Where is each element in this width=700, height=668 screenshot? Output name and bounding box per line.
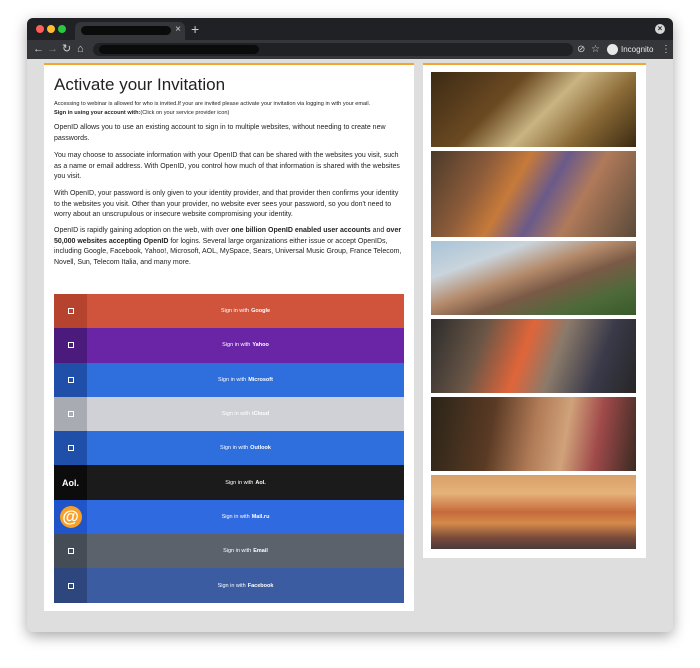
intro-bold: Sign in using your account with:	[54, 109, 141, 116]
provider-icon-cell: @	[54, 499, 87, 535]
window-close-icon[interactable]: ×	[655, 24, 665, 34]
google-square-icon	[67, 308, 74, 315]
openid-paragraph-2: You may choose to associate information …	[54, 152, 400, 180]
address-bar[interactable]	[93, 43, 573, 56]
tab-bar: × + ×	[27, 18, 673, 40]
sign-in-email-button[interactable]: Sign in with Email	[54, 534, 404, 569]
email-square-icon	[67, 548, 74, 555]
para4-text-a: OpenID is rapidly gaining adoption on th…	[54, 227, 232, 234]
back-icon[interactable]: ←	[33, 43, 44, 56]
photo-group-students	[431, 151, 636, 237]
sign-in-label: Sign in with iCloud	[87, 397, 404, 431]
sign-in-microsoft-button[interactable]: Sign in with Microsoft	[54, 362, 404, 397]
sign-in-outlook-button[interactable]: Sign in with Outlook	[54, 431, 404, 466]
sign-in-prefix: Sign in with	[218, 376, 247, 383]
aol-logo-icon: Aol.	[62, 477, 79, 488]
sign-in-label: Sign in with Mail.ru	[87, 500, 404, 534]
provider-icon-cell	[54, 568, 87, 603]
sign-in-prefix: Sign in with	[222, 342, 251, 349]
provider-icon-cell	[54, 396, 87, 432]
facebook-square-icon	[67, 582, 74, 589]
sign-in-facebook-button[interactable]: Sign in with Facebook	[54, 568, 404, 603]
sign-in-google-button[interactable]: Sign in with Google	[54, 294, 404, 329]
browser-tab[interactable]: ×	[75, 22, 185, 40]
provider-name: Mail.ru	[251, 513, 270, 520]
provider-icon-cell	[54, 294, 87, 329]
sign-in-label: Sign in with Facebook	[87, 568, 404, 602]
sign-in-label: Sign in with Aol.	[87, 465, 404, 499]
openid-paragraph-1: OpenID allows you to use an existing acc…	[54, 124, 386, 142]
sign-in-prefix: Sign in with	[220, 445, 249, 452]
provider-name: Aol.	[255, 479, 266, 486]
icloud-square-icon	[67, 411, 74, 418]
outlook-square-icon	[67, 445, 74, 452]
tab-title-redacted	[81, 26, 171, 35]
url-redacted	[99, 45, 259, 54]
provider-icon-cell: Aol.	[54, 465, 87, 500]
incognito-avatar-icon	[607, 44, 618, 55]
sign-in-prefix: Sign in with	[220, 308, 250, 315]
intro-tail: (Click on your service provider icon)	[140, 109, 230, 116]
provider-icon-cell	[54, 431, 87, 466]
para4-bold-accounts: one billion OpenID enabled user accounts	[231, 227, 371, 234]
page-title: Activate your Invitation	[54, 75, 226, 94]
provider-name: Facebook	[247, 582, 274, 589]
window-minimize-dot[interactable]	[47, 25, 55, 33]
browser-window: × + × ← → ↻ ⌂ ⊘ ☆ Incognito ⋮ Activate y…	[27, 18, 673, 632]
sign-in-label: Sign in with Microsoft	[87, 363, 404, 397]
browser-menu-icon[interactable]: ⋮	[661, 43, 671, 56]
mailru-at-icon: @	[59, 505, 82, 528]
photo-panel	[423, 63, 646, 558]
provider-name: iCloud	[252, 411, 270, 418]
photo-sunset-boat	[431, 475, 636, 549]
sign-in-icloud-button[interactable]: Sign in with iCloud	[54, 396, 404, 432]
forward-icon[interactable]: →	[47, 43, 58, 56]
tracking-protection-icon[interactable]: ⊘	[577, 43, 585, 56]
intro-text: Accessing to webinar is allowed for who …	[54, 100, 399, 117]
photo-student-reading	[431, 72, 636, 147]
provider-icon-cell	[54, 328, 87, 363]
microsoft-square-icon	[67, 376, 74, 383]
sign-in-prefix: Sign in with	[223, 548, 252, 555]
incognito-label: Incognito	[621, 45, 654, 54]
para4-text-c: and	[370, 227, 387, 234]
provider-name: Google	[251, 308, 271, 315]
provider-name: Microsoft	[248, 376, 273, 383]
incognito-indicator[interactable]: Incognito	[607, 43, 653, 56]
yahoo-square-icon	[67, 342, 74, 349]
tab-close-icon[interactable]: ×	[175, 24, 181, 36]
sign-in-label: Sign in with Outlook	[87, 431, 404, 465]
reload-icon[interactable]: ↻	[62, 43, 71, 56]
sign-in-prefix: Sign in with	[217, 582, 246, 589]
sign-in-label: Sign in with Email	[87, 534, 404, 568]
provider-name: Outlook	[250, 445, 271, 452]
provider-icon-cell	[54, 362, 87, 397]
sign-in-prefix: Sign in with	[221, 411, 251, 418]
sign-in-prefix: Sign in with	[221, 513, 250, 520]
bookmark-star-icon[interactable]: ☆	[591, 43, 600, 56]
provider-name: Email	[253, 548, 268, 555]
invitation-panel: Activate your Invitation Accessing to we…	[44, 63, 414, 611]
window-close-dot[interactable]	[36, 25, 44, 33]
sign-in-prefix: Sign in with	[225, 479, 254, 486]
sign-in-aol-button[interactable]: Aol. Sign in with Aol.	[54, 465, 404, 500]
new-tab-icon[interactable]: +	[191, 21, 199, 37]
provider-list: Sign in with Google Sign in with Yahoo Sign …	[54, 294, 404, 603]
openid-paragraph-3: With OpenID, your password is only given…	[54, 190, 399, 218]
sign-in-label: Sign in with Google	[87, 294, 404, 328]
photo-two-students	[431, 397, 636, 471]
photo-campus-aerial	[431, 241, 636, 315]
window-zoom-dot[interactable]	[58, 25, 66, 33]
openid-paragraph-4: OpenID is rapidly gaining adoption on th…	[54, 226, 404, 268]
sign-in-mailru-button[interactable]: @ Sign in with Mail.ru	[54, 499, 404, 535]
intro-line: Accessing to webinar is allowed for who …	[54, 101, 371, 107]
sign-in-yahoo-button[interactable]: Sign in with Yahoo	[54, 328, 404, 363]
page-viewport: Activate your Invitation Accessing to we…	[27, 59, 673, 632]
provider-name: Yahoo	[252, 342, 269, 349]
sign-in-label: Sign in with Yahoo	[87, 328, 404, 362]
home-icon[interactable]: ⌂	[77, 43, 84, 56]
browser-toolbar: ← → ↻ ⌂ ⊘ ☆ Incognito ⋮	[27, 40, 673, 59]
photo-crowd	[431, 319, 636, 393]
provider-icon-cell	[54, 534, 87, 569]
